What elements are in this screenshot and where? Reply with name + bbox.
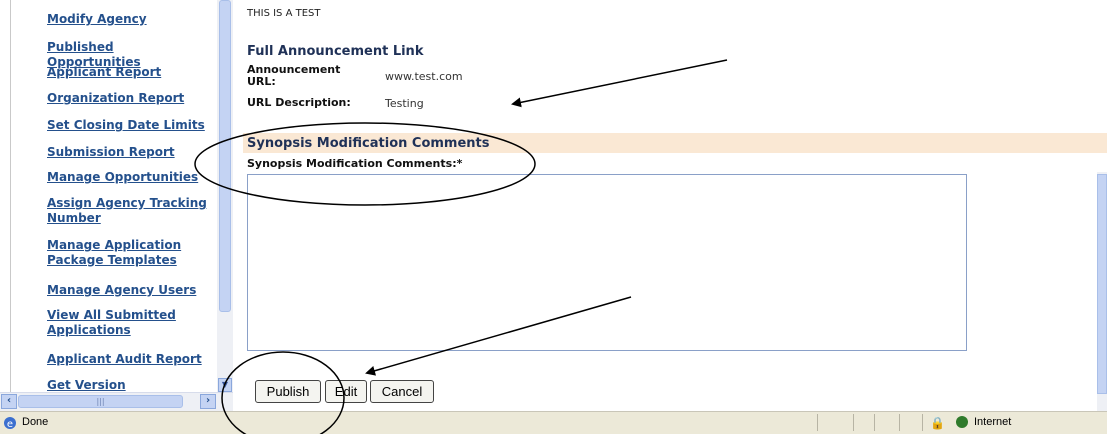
url-description-label: URL Description: bbox=[247, 96, 351, 109]
cancel-button[interactable]: Cancel bbox=[370, 380, 434, 403]
scroll-left-arrow-icon[interactable]: ‹ bbox=[1, 394, 17, 409]
nav-horizontal-scrollbar[interactable]: ‹ ||| › bbox=[0, 392, 233, 411]
nav-link-get-version[interactable]: Get Version bbox=[47, 378, 207, 393]
url-description-value: Testing bbox=[385, 97, 424, 110]
lock-icon: 🔒 bbox=[930, 416, 945, 430]
page-vertical-scrollbar[interactable] bbox=[1097, 172, 1107, 411]
edit-button[interactable]: Edit bbox=[325, 380, 367, 403]
nav-vertical-scrollbar[interactable]: ▼ bbox=[217, 0, 233, 392]
nav-link-manage-application-package-templates[interactable]: Manage Application Package Templates bbox=[47, 238, 207, 268]
nav-link-organization-report[interactable]: Organization Report bbox=[47, 91, 207, 106]
left-nav-pane: Modify Agency Published Opportunities Ap… bbox=[0, 0, 233, 411]
test-text: THIS IS A TEST bbox=[247, 8, 321, 19]
scroll-right-arrow-icon[interactable]: › bbox=[200, 394, 216, 409]
nav-link-view-all-submitted-applications[interactable]: View All Submitted Applications bbox=[47, 308, 207, 338]
status-bar: e Done 🔒 Internet bbox=[0, 411, 1107, 434]
ie-page-icon: e bbox=[4, 417, 16, 430]
synopsis-field-label: Synopsis Modification Comments:* bbox=[247, 157, 463, 170]
nav-link-assign-agency-tracking-number[interactable]: Assign Agency Tracking Number bbox=[47, 196, 207, 226]
zone-text: Internet bbox=[974, 416, 1012, 428]
publish-button[interactable]: Publish bbox=[255, 380, 321, 403]
status-text: Done bbox=[22, 416, 49, 428]
nav-scroll-thumb[interactable] bbox=[219, 0, 231, 312]
scroll-down-arrow-icon[interactable]: ▼ bbox=[218, 378, 232, 392]
synopsis-comments-textarea[interactable] bbox=[247, 174, 967, 351]
announcement-url-label: Announcement URL: bbox=[247, 63, 341, 88]
status-divider bbox=[922, 414, 923, 431]
nav-link-applicant-audit-report[interactable]: Applicant Audit Report bbox=[47, 352, 207, 367]
nav-link-set-closing-date-limits[interactable]: Set Closing Date Limits bbox=[47, 118, 207, 133]
status-divider bbox=[817, 414, 818, 431]
synopsis-heading: Synopsis Modification Comments bbox=[247, 136, 490, 151]
nav-divider bbox=[10, 0, 11, 392]
status-divider bbox=[874, 414, 875, 431]
main-content: THIS IS A TEST Full Announcement Link An… bbox=[233, 0, 1107, 411]
announcement-url-value: www.test.com bbox=[385, 70, 463, 83]
nav-hscroll-thumb[interactable]: ||| bbox=[18, 395, 183, 408]
nav-link-manage-opportunities[interactable]: Manage Opportunities bbox=[47, 170, 207, 185]
page-scroll-thumb[interactable] bbox=[1097, 174, 1107, 394]
status-divider bbox=[899, 414, 900, 431]
svg-text:e: e bbox=[7, 419, 13, 430]
nav-link-modify-agency[interactable]: Modify Agency bbox=[47, 12, 207, 27]
status-divider bbox=[853, 414, 854, 431]
nav-link-manage-agency-users[interactable]: Manage Agency Users bbox=[47, 283, 207, 298]
nav-link-applicant-report[interactable]: Applicant Report bbox=[47, 65, 207, 80]
nav-link-submission-report[interactable]: Submission Report bbox=[47, 145, 207, 160]
announcement-heading: Full Announcement Link bbox=[247, 44, 424, 59]
globe-icon bbox=[956, 416, 968, 428]
